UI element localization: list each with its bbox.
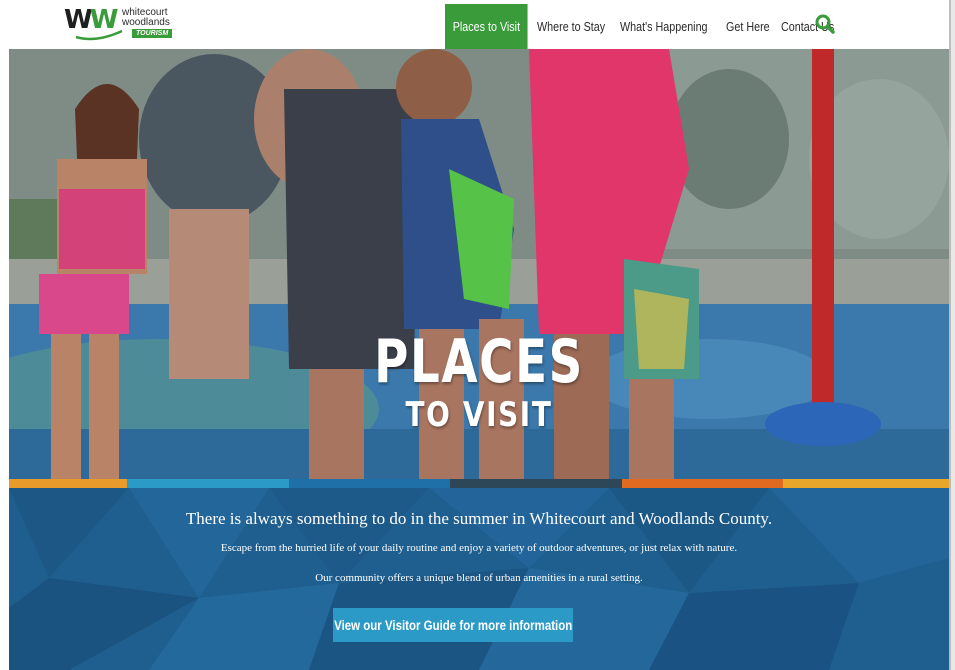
- color-stripe: [9, 479, 949, 488]
- info-heading: There is always something to do in the s…: [185, 509, 773, 528]
- hero-title-small: TO VISIT: [405, 395, 553, 435]
- stripe-segment: [622, 479, 783, 488]
- stripe-segment: [450, 479, 622, 488]
- site-header: WW whitecourt woodlands TOURISM Places t…: [9, 0, 949, 49]
- stripe-segment: [289, 479, 450, 488]
- stripe-segment: [783, 479, 949, 488]
- nav-places-to-visit[interactable]: Places to Visit: [445, 4, 528, 49]
- info-paragraph-2: Our community offers a unique blend of u…: [315, 572, 643, 584]
- logo-line2: woodlands: [122, 17, 170, 28]
- stripe-segment: [127, 479, 289, 488]
- stripe-segment: [9, 479, 127, 488]
- hero-title-big: PLACES: [374, 327, 584, 397]
- logo-tag: TOURISM: [132, 29, 173, 38]
- nav-whats-happening[interactable]: What's Happening: [614, 4, 714, 49]
- visitor-guide-button[interactable]: View our Visitor Guide for more informat…: [333, 608, 573, 642]
- page-scrollbar[interactable]: [949, 0, 955, 670]
- hero-title: PLACES TO VISIT: [9, 327, 949, 433]
- logo-swoosh-icon: [75, 29, 123, 41]
- main-nav: Places to Visit Where to Stay What's Hap…: [445, 4, 841, 49]
- hero-banner: PLACES TO VISIT: [9, 49, 949, 479]
- info-paragraph-1: Escape from the hurried life of your dai…: [220, 542, 738, 554]
- browser-viewport: WW whitecourt woodlands TOURISM Places t…: [9, 0, 949, 670]
- nav-get-here[interactable]: Get Here: [720, 4, 776, 49]
- search-icon[interactable]: [815, 14, 835, 34]
- info-panel: There is always something to do in the s…: [9, 488, 949, 670]
- site-logo[interactable]: WW whitecourt woodlands TOURISM: [64, 5, 184, 43]
- visitor-guide-button-label: View our Visitor Guide for more informat…: [333, 617, 573, 633]
- nav-where-to-stay[interactable]: Where to Stay: [531, 4, 611, 49]
